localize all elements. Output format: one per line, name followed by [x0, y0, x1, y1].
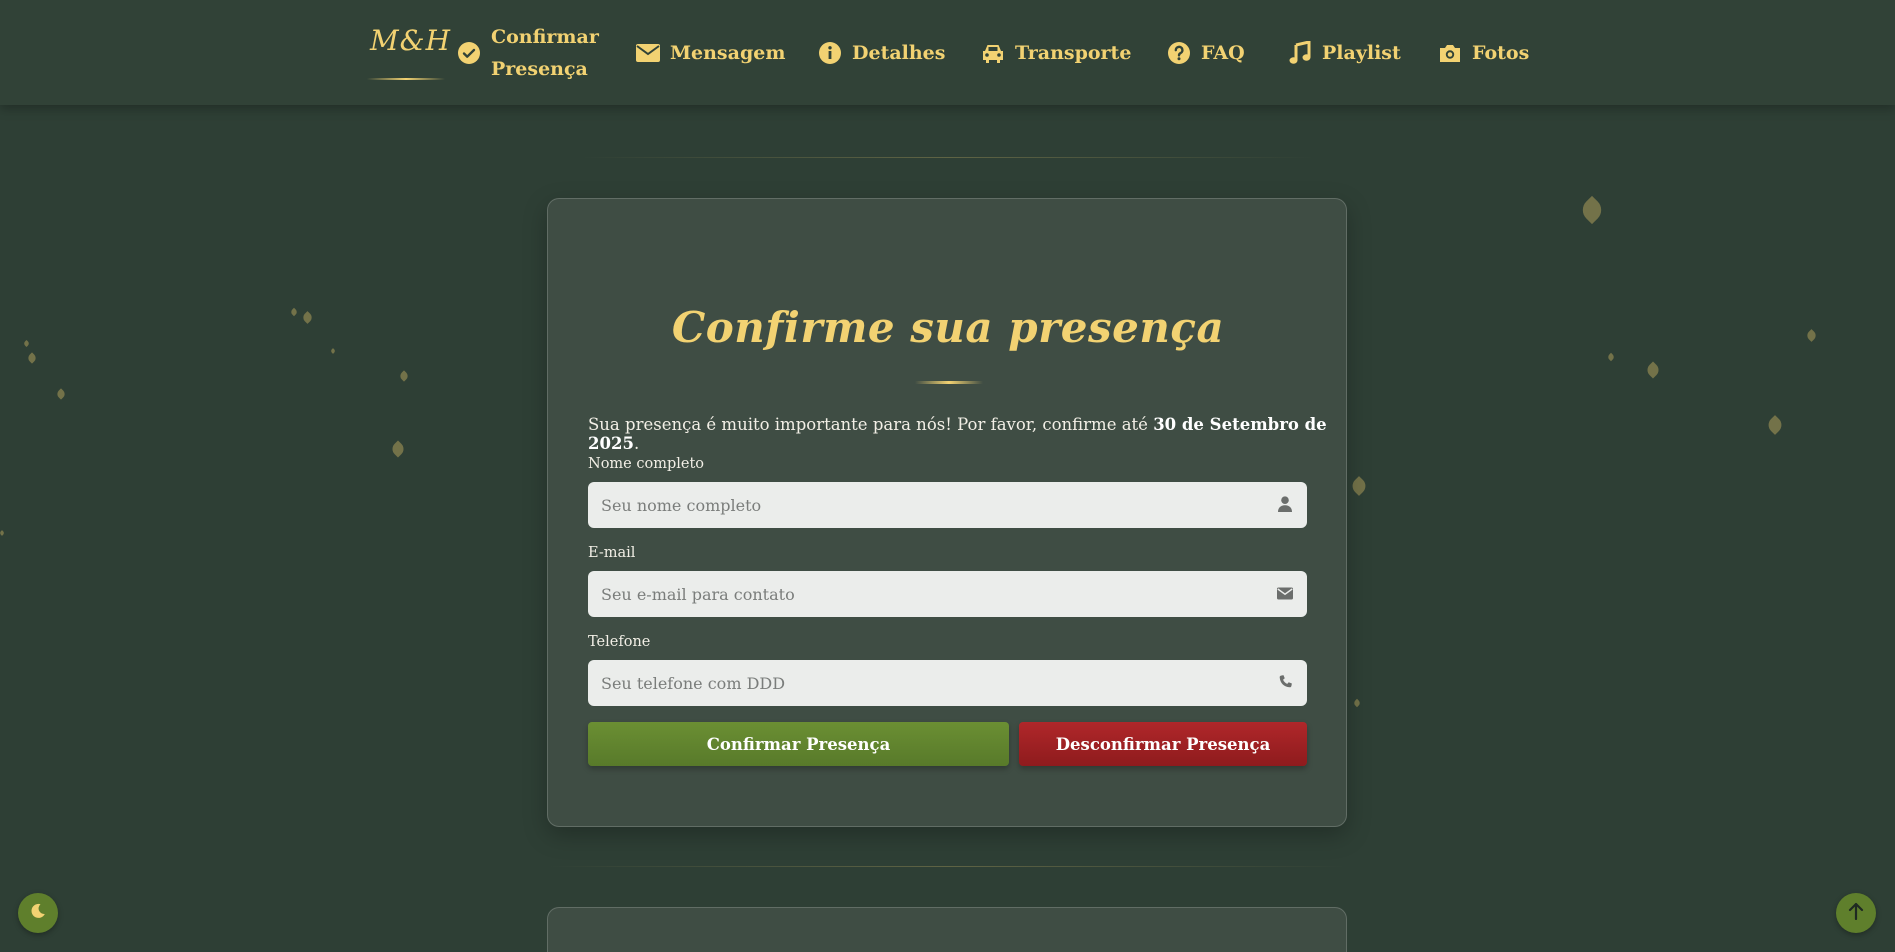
nav-item-faq[interactable]: FAQ	[1167, 0, 1245, 105]
nav-label: FAQ	[1201, 41, 1245, 64]
confirm-presence-button[interactable]: Confirmar Presença	[588, 722, 1009, 766]
site-logo[interactable]: M&H	[370, 24, 450, 57]
rsvp-card: Confirme sua presença Sua presença é mui…	[547, 198, 1347, 827]
arrow-up-icon	[1848, 902, 1864, 924]
phone-icon	[1275, 672, 1295, 692]
nav-label: Fotos	[1472, 41, 1530, 64]
nav-label: Playlist	[1322, 41, 1401, 64]
leaf-decoration	[1577, 195, 1607, 225]
nav-item-confirmar-presenca[interactable]: Confirmar Presença	[457, 0, 601, 105]
nav-item-mensagem[interactable]: Mensagem	[636, 0, 785, 105]
intro-suffix: .	[633, 434, 640, 453]
nav-label: Mensagem	[670, 41, 786, 64]
moon-icon	[30, 903, 46, 923]
phone-field-wrapper	[588, 660, 1307, 706]
email-label: E-mail	[588, 545, 636, 561]
nav-item-detalhes[interactable]: Detalhes	[818, 0, 945, 105]
leaf-decoration	[1352, 698, 1362, 708]
email-input[interactable]	[588, 571, 1307, 617]
leaf-decoration	[289, 307, 299, 317]
unconfirm-presence-button[interactable]: Desconfirmar Presença	[1019, 722, 1307, 766]
next-section-card	[547, 907, 1347, 952]
name-label: Nome completo	[588, 456, 705, 472]
camera-icon	[1438, 41, 1462, 65]
leaf-decoration	[389, 440, 407, 458]
envelope-icon	[1275, 583, 1295, 603]
envelope-icon	[636, 41, 660, 65]
leaf-decoration	[55, 388, 67, 400]
nav-item-fotos[interactable]: Fotos	[1438, 0, 1529, 105]
name-field-wrapper	[588, 482, 1307, 528]
nav-label: Transporte	[1015, 41, 1132, 64]
leaf-decoration	[398, 370, 410, 382]
leaf-decoration	[301, 311, 314, 324]
leaf-decoration	[0, 530, 5, 536]
section-divider	[547, 866, 1347, 867]
email-field-wrapper	[588, 571, 1307, 617]
leaf-decoration	[1765, 415, 1785, 435]
phone-label: Telefone	[588, 634, 651, 650]
nav-item-transporte[interactable]: Transporte	[981, 0, 1131, 105]
rsvp-title: Confirme sua presença	[671, 303, 1225, 352]
leaf-decoration	[1805, 329, 1818, 342]
leaf-decoration	[1349, 476, 1369, 496]
music-icon	[1288, 40, 1312, 65]
nav-item-playlist[interactable]: Playlist	[1288, 0, 1401, 105]
name-input[interactable]	[588, 482, 1307, 528]
leaf-decoration	[22, 339, 31, 348]
leaf-decoration	[26, 352, 38, 364]
info-circle-icon	[818, 41, 842, 65]
user-icon	[1275, 494, 1295, 514]
leaf-decoration	[1606, 352, 1616, 362]
leaf-decoration	[330, 348, 336, 354]
section-divider	[580, 157, 1315, 158]
intro-text: Sua presença é muito importante para nós…	[588, 415, 1154, 434]
nav-label: Detalhes	[852, 41, 946, 64]
navbar: M&H Confirmar Presença Mensagem Detalhes…	[0, 0, 1895, 105]
question-circle-icon	[1167, 41, 1191, 65]
phone-input[interactable]	[588, 660, 1307, 706]
title-underline	[915, 381, 983, 384]
leaf-decoration	[1644, 361, 1662, 379]
logo-underline	[367, 78, 445, 80]
check-circle-icon	[457, 41, 481, 65]
nav-label: Confirmar Presença	[491, 25, 599, 80]
scroll-to-top-button[interactable]	[1836, 893, 1876, 933]
theme-toggle-button[interactable]	[18, 893, 58, 933]
car-icon	[981, 41, 1005, 65]
rsvp-intro: Sua presença é muito importante para nós…	[588, 415, 1328, 453]
